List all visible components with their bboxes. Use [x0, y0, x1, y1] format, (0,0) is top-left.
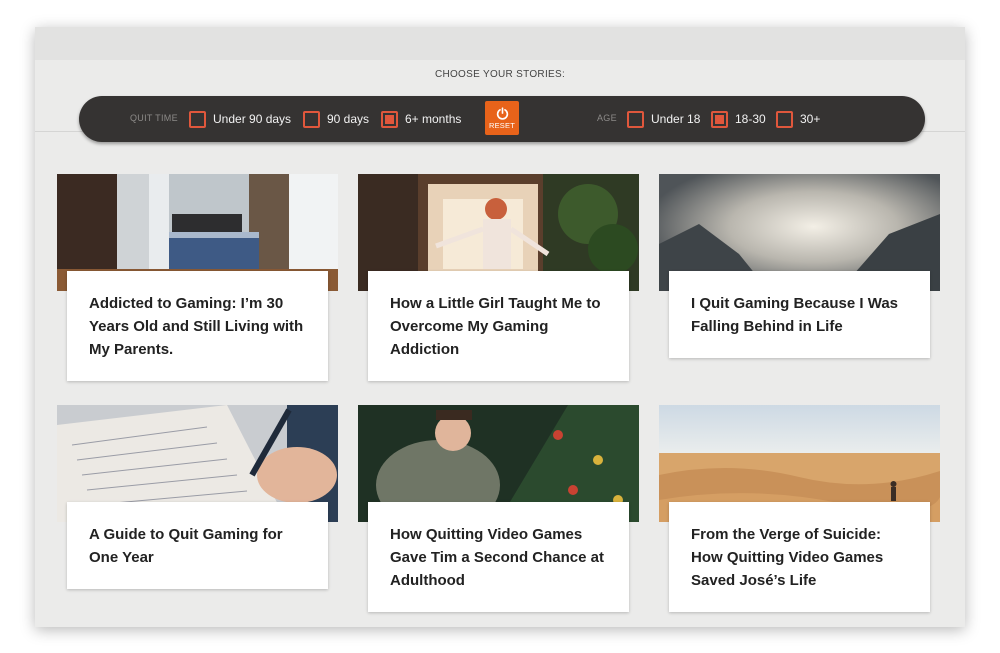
reset-label: RESET — [488, 120, 515, 130]
age-label: AGE — [597, 113, 617, 123]
story-title[interactable]: Addicted to Gaming: I’m 30 Years Old and… — [89, 292, 306, 361]
filter-30-plus[interactable]: 30+ — [776, 109, 820, 129]
checkbox[interactable] — [711, 110, 728, 128]
reset-button[interactable]: RESET — [485, 101, 519, 135]
app-window: CHOOSE YOUR STORIES: QUIT TIME Under 90 … — [35, 27, 965, 627]
filter-under-90-days[interactable]: Under 90 days — [189, 109, 291, 129]
filter-6-months[interactable]: 6+ months — [381, 109, 461, 129]
option-label: 18-30 — [735, 112, 766, 126]
checkbox[interactable] — [189, 110, 206, 128]
story-title[interactable]: How a Little Girl Taught Me to Overcome … — [390, 292, 607, 361]
checkbox[interactable] — [627, 110, 644, 128]
story-title[interactable]: A Guide to Quit Gaming for One Year — [89, 523, 306, 569]
filter-header: CHOOSE YOUR STORIES: — [434, 69, 566, 80]
filter-under-18[interactable]: Under 18 — [627, 109, 700, 129]
story-title[interactable]: How Quitting Video Games Gave Tim a Seco… — [390, 523, 607, 592]
option-label: 6+ months — [405, 112, 462, 126]
filter-90-days[interactable]: 90 days — [303, 109, 369, 129]
option-label: 30+ — [800, 112, 821, 126]
filter-18-30[interactable]: 18-30 — [711, 109, 766, 129]
checkbox[interactable] — [381, 110, 398, 128]
story-title-box: From the Verge of Suicide: How Quitting … — [669, 502, 930, 612]
top-band — [35, 27, 965, 60]
story-title[interactable]: I Quit Gaming Because I Was Falling Behi… — [691, 292, 908, 338]
checkbox[interactable] — [303, 110, 320, 128]
option-label: 90 days — [327, 112, 370, 126]
quit-time-label: QUIT TIME — [130, 113, 178, 123]
filter-bar: QUIT TIME Under 90 days 90 days 6+ month… — [79, 96, 925, 142]
story-title-box: Addicted to Gaming: I’m 30 Years Old and… — [67, 271, 328, 381]
story-title-box: I Quit Gaming Because I Was Falling Behi… — [669, 271, 930, 358]
story-title[interactable]: From the Verge of Suicide: How Quitting … — [691, 523, 908, 592]
option-label: Under 90 days — [213, 112, 292, 126]
story-title-box: How a Little Girl Taught Me to Overcome … — [368, 271, 629, 381]
story-title-box: How Quitting Video Games Gave Tim a Seco… — [368, 502, 629, 612]
story-title-box: A Guide to Quit Gaming for One Year — [67, 502, 328, 589]
option-label: Under 18 — [651, 112, 701, 126]
power-icon — [496, 106, 508, 120]
checkbox[interactable] — [776, 110, 793, 128]
